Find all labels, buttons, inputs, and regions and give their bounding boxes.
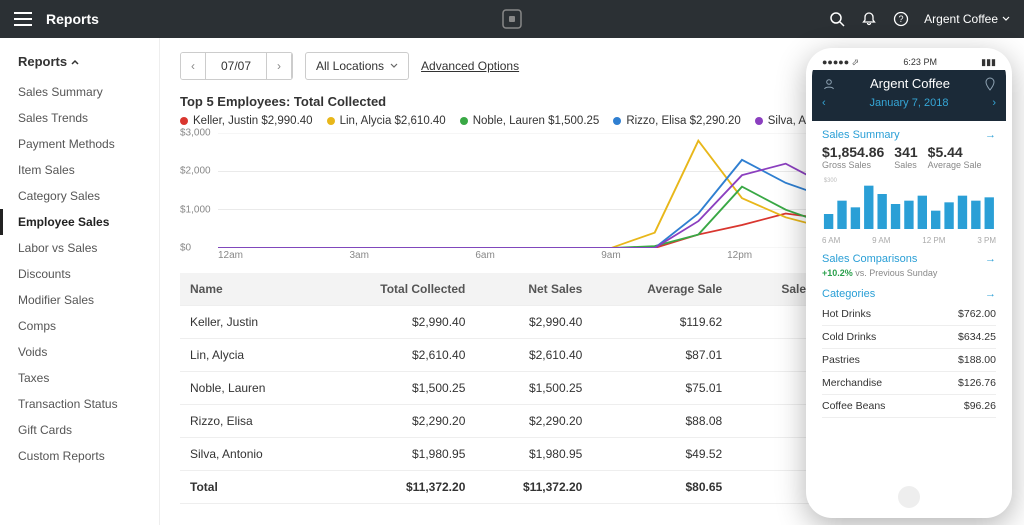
sidebar-item-labor-vs-sales[interactable]: Labor vs Sales	[18, 235, 149, 261]
phone-comparisons-link[interactable]: Sales Comparisons→	[822, 253, 996, 265]
mini-x-tick: 9 AM	[872, 236, 890, 245]
sidebar-item-payment-methods[interactable]: Payment Methods	[18, 131, 149, 157]
x-tick: 9am	[601, 250, 620, 261]
phone-header: Argent Coffee ‹ January 7, 2018 ›	[812, 70, 1006, 121]
phone-category-row[interactable]: Merchandise$126.76	[822, 372, 996, 395]
phone-date-next[interactable]: ›	[992, 97, 996, 109]
sidebar-item-sales-trends[interactable]: Sales Trends	[18, 105, 149, 131]
date-picker[interactable]: ‹ 07/07 ›	[180, 52, 293, 80]
phone-home-button[interactable]	[812, 482, 1006, 512]
phone-categories-link[interactable]: Categories→	[822, 288, 996, 300]
phone-category-row[interactable]: Cold Drinks$634.25	[822, 326, 996, 349]
sidebar-item-discounts[interactable]: Discounts	[18, 261, 149, 287]
date-next-button[interactable]: ›	[266, 53, 292, 79]
table-header[interactable]: Average Sale	[592, 273, 732, 306]
y-tick: $2,000	[180, 166, 211, 177]
sidebar-item-item-sales[interactable]: Item Sales	[18, 157, 149, 183]
chevron-down-icon	[390, 62, 398, 70]
location-icon[interactable]	[984, 77, 996, 91]
sidebar-item-sales-summary[interactable]: Sales Summary	[18, 79, 149, 105]
date-prev-button[interactable]: ‹	[181, 53, 206, 79]
location-select[interactable]: All Locations	[305, 52, 409, 80]
phone-category-row[interactable]: Coffee Beans$96.26	[822, 395, 996, 418]
top-bar: Reports ? Argent Coffee	[0, 0, 1024, 38]
table-header[interactable]: Net Sales	[475, 273, 592, 306]
sidebar-item-transaction-status[interactable]: Transaction Status	[18, 391, 149, 417]
mini-x-tick: 3 PM	[977, 236, 996, 245]
phone-status-bar: ●●●●● ⬀6:23 PM▮▮▮	[812, 54, 1006, 70]
legend-item: Keller, Justin $2,990.40	[180, 115, 313, 127]
sidebar-item-gift-cards[interactable]: Gift Cards	[18, 417, 149, 443]
sidebar-item-taxes[interactable]: Taxes	[18, 365, 149, 391]
phone-date-prev[interactable]: ‹	[822, 97, 826, 109]
phone-stat: $5.44Average Sale	[928, 144, 982, 170]
x-tick: 6am	[475, 250, 494, 261]
phone-category-row[interactable]: Pastries$188.00	[822, 349, 996, 372]
phone-stat: 341Sales	[894, 144, 917, 170]
help-icon[interactable]: ?	[892, 10, 910, 28]
person-icon[interactable]	[822, 77, 836, 91]
phone-date[interactable]: January 7, 2018	[870, 97, 949, 109]
mini-x-tick: 6 AM	[822, 236, 840, 245]
phone-stat: $1,854.86Gross Sales	[822, 144, 884, 170]
legend-item: Noble, Lauren $1,500.25	[460, 115, 600, 127]
chevron-up-icon	[71, 58, 79, 66]
sidebar-item-custom-reports[interactable]: Custom Reports	[18, 443, 149, 469]
table-header[interactable]: Name	[180, 273, 321, 306]
phone-category-row[interactable]: Hot Drinks$762.00	[822, 303, 996, 326]
y-tick: $0	[180, 243, 191, 254]
phone-bar-chart: $300	[822, 174, 996, 232]
bell-icon[interactable]	[860, 10, 878, 28]
advanced-options-link[interactable]: Advanced Options	[421, 59, 519, 73]
sidebar-item-modifier-sales[interactable]: Modifier Sales	[18, 287, 149, 313]
sidebar-heading[interactable]: Reports	[18, 54, 149, 69]
mini-x-tick: 12 PM	[922, 236, 945, 245]
search-icon[interactable]	[828, 10, 846, 28]
y-tick: $1,000	[180, 204, 211, 215]
sidebar-item-comps[interactable]: Comps	[18, 313, 149, 339]
page-title: Reports	[46, 11, 99, 27]
svg-text:$300: $300	[824, 178, 838, 184]
legend-item: Rizzo, Elisa $2,290.20	[613, 115, 740, 127]
phone-comparison-text: +10.2% vs. Previous Sunday	[822, 268, 996, 278]
sidebar-item-employee-sales[interactable]: Employee Sales	[0, 209, 149, 235]
table-header[interactable]: Total Collected	[321, 273, 476, 306]
phone-title: Argent Coffee	[870, 76, 950, 91]
date-display[interactable]: 07/07	[206, 53, 266, 79]
sidebar-item-voids[interactable]: Voids	[18, 339, 149, 365]
mobile-preview: ●●●●● ⬀6:23 PM▮▮▮ Argent Coffee ‹ Januar…	[806, 48, 1012, 518]
account-menu[interactable]: Argent Coffee	[924, 12, 1010, 26]
square-logo-icon	[502, 9, 522, 29]
x-tick: 12pm	[727, 250, 752, 261]
y-tick: $3,000	[180, 128, 211, 139]
svg-text:?: ?	[899, 14, 904, 24]
x-tick: 12am	[218, 250, 243, 261]
phone-sales-summary-link[interactable]: Sales Summary→	[822, 129, 996, 141]
menu-icon[interactable]	[14, 12, 32, 26]
sidebar: Reports Sales SummarySales TrendsPayment…	[0, 38, 160, 525]
legend-item: Lin, Alycia $2,610.40	[327, 115, 446, 127]
sidebar-item-category-sales[interactable]: Category Sales	[18, 183, 149, 209]
x-tick: 3am	[349, 250, 368, 261]
